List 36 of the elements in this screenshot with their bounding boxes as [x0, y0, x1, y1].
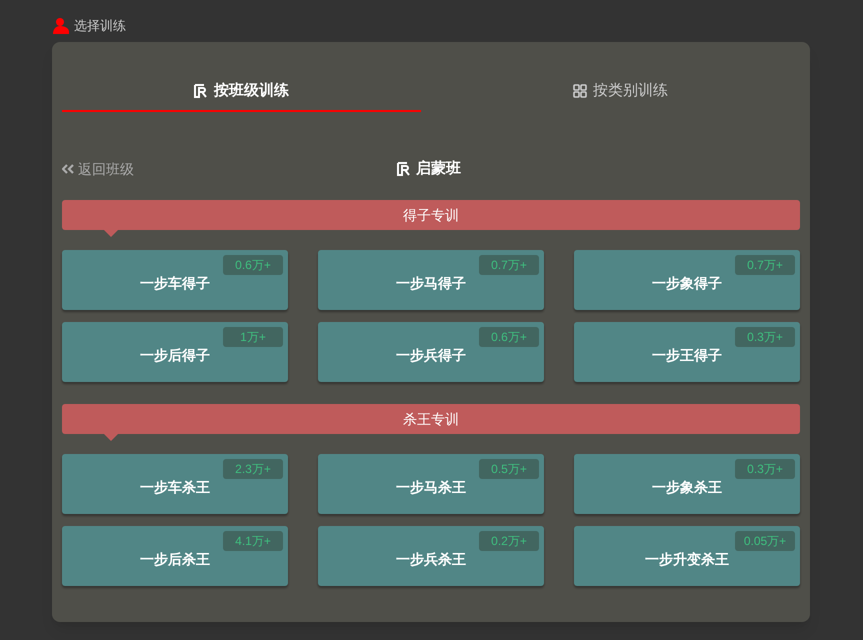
tab[interactable]: 按类别训练 — [441, 72, 800, 112]
grid-icon — [573, 84, 587, 98]
count-badge: 0.5万+ — [479, 459, 539, 479]
training-card[interactable]: 一步兵杀王 0.2万+ — [318, 526, 544, 586]
training-card[interactable]: 一步马得子 0.7万+ — [318, 250, 544, 310]
back-link[interactable]: 返回班级 — [62, 158, 134, 180]
count-badge: 0.05万+ — [735, 531, 795, 551]
count-badge: 0.7万+ — [735, 255, 795, 275]
person-icon — [52, 18, 70, 34]
count-badge: 0.6万+ — [223, 255, 283, 275]
count-badge: 0.2万+ — [479, 531, 539, 551]
training-card[interactable]: 一步兵得子 0.6万+ — [318, 322, 544, 382]
count-badge: 0.3万+ — [735, 327, 795, 347]
count-badge: 0.7万+ — [479, 255, 539, 275]
count-badge: 1万+ — [223, 327, 283, 347]
double-chevron-icon — [62, 164, 74, 174]
training-card[interactable]: 一步马杀王 0.5万+ — [318, 454, 544, 514]
tab[interactable]: 按班级训练 — [62, 72, 421, 112]
training-card[interactable]: 一步象杀王 0.3万+ — [574, 454, 800, 514]
count-badge: 2.3万+ — [223, 459, 283, 479]
section-title: 得子专训 — [403, 206, 459, 224]
count-badge: 0.6万+ — [479, 327, 539, 347]
class-icon — [397, 162, 411, 176]
count-badge: 0.3万+ — [735, 459, 795, 479]
section-title: 杀王专训 — [403, 410, 459, 428]
training-card[interactable]: 一步车得子 0.6万+ — [62, 250, 288, 310]
class-icon — [194, 84, 208, 98]
count-badge: 4.1万+ — [223, 531, 283, 551]
page-title: 选择训练 — [74, 17, 126, 36]
training-card[interactable]: 一步升变杀王 0.05万+ — [574, 526, 800, 586]
class-title: 启蒙班 — [416, 158, 461, 179]
training-card[interactable]: 一步后杀王 4.1万+ — [62, 526, 288, 586]
training-card[interactable]: 一步象得子 0.7万+ — [574, 250, 800, 310]
training-card[interactable]: 一步后得子 1万+ — [62, 322, 288, 382]
training-card[interactable]: 一步王得子 0.3万+ — [574, 322, 800, 382]
training-card[interactable]: 一步车杀王 2.3万+ — [62, 454, 288, 514]
